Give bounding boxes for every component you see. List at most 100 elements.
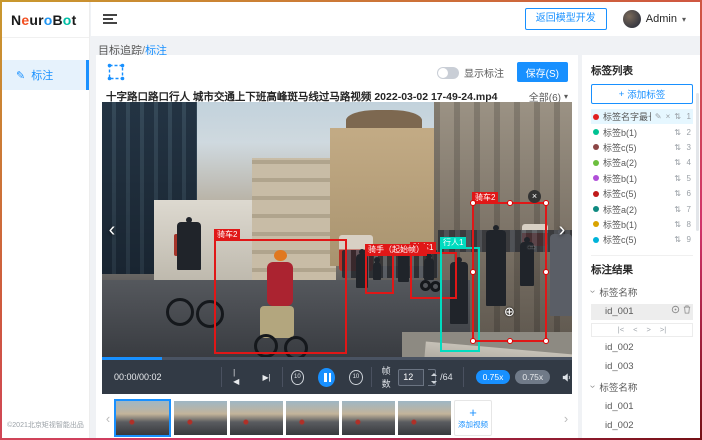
video-next-arrow[interactable]: › [554, 218, 570, 244]
panel-divider [591, 255, 693, 256]
next-frame-button[interactable]: ▶| [262, 373, 270, 382]
show-annotation-toggle[interactable] [437, 67, 459, 79]
label-shortcut: 8 [685, 220, 691, 229]
edit-label-icon[interactable]: ✎ [655, 112, 662, 121]
chevron-down-icon: ▾ [682, 15, 686, 24]
speed-button-active[interactable]: 0.75x [476, 370, 511, 384]
label-list-item[interactable]: 标签b(1) ⇅ 2 [591, 124, 693, 139]
label-list-item[interactable]: 标签名字最长数... ✎ × ⇅ 1 [591, 109, 693, 124]
plus-icon: + [469, 407, 477, 419]
label-list-item[interactable]: 标签c(5) ⇅ 6 [591, 186, 693, 201]
label-name: 标签c(5) [603, 141, 670, 154]
result-group-header[interactable]: › 标签名称 [591, 378, 693, 396]
speed-button[interactable]: 0.75x [515, 370, 550, 384]
stepper-down-icon[interactable] [428, 377, 435, 385]
trash-icon[interactable] [681, 304, 693, 320]
result-item[interactable]: id_001 [591, 399, 693, 415]
bbox-rider-start-frame[interactable]: 骑手（起始帧） [365, 254, 394, 294]
logo-letter: o [63, 12, 72, 28]
frame-number-input[interactable] [398, 369, 424, 386]
video-canvas[interactable]: 骑车2 骑车1 骑手（起始帧） 行人1 骑车2 × [102, 102, 572, 357]
result-item[interactable]: id_003 [591, 437, 693, 438]
sidebar-item-annotate[interactable]: ✎ 标注 [2, 60, 89, 90]
jump-forward-10-button[interactable]: 10 [349, 370, 363, 385]
result-item[interactable]: id_002 [591, 418, 693, 434]
frame-thumbnail[interactable] [286, 401, 339, 435]
pager-last-icon[interactable]: >| [660, 325, 666, 334]
resize-handle[interactable] [470, 338, 476, 344]
label-shortcut: 2 [685, 128, 691, 137]
label-list-item[interactable]: 标签c(5) ⇅ 3 [591, 140, 693, 155]
prev-frame-button[interactable]: |◀ [233, 368, 240, 386]
video-prev-arrow[interactable]: ‹ [104, 218, 120, 244]
pager-first-icon[interactable]: |< [618, 325, 624, 334]
frame-thumbnail[interactable] [342, 401, 395, 435]
label-list-item[interactable]: 标签c(5) ⇅ 9 [591, 232, 693, 247]
bbox-cyclist-2-selected[interactable]: 骑车2 × [472, 202, 547, 342]
sort-icon[interactable]: ⇅ [674, 158, 681, 167]
add-label-button[interactable]: + 添加标签 [591, 84, 693, 104]
resize-handle[interactable] [543, 338, 549, 344]
resize-handle[interactable] [543, 200, 549, 206]
scene-cyclist [177, 222, 201, 270]
resize-handle[interactable] [470, 200, 476, 206]
menu-collapse-icon[interactable] [103, 14, 117, 24]
sort-icon[interactable]: ⇅ [674, 143, 681, 152]
jump-back-10-button[interactable]: 10 [291, 370, 305, 385]
resize-handle[interactable] [543, 269, 549, 275]
sort-icon[interactable]: ⇅ [674, 235, 681, 244]
right-panel: 标签列表 + 添加标签 标签名字最长数... ✎ × ⇅ 1 标签b(1) ⇅ … [582, 55, 700, 438]
locate-icon[interactable] [669, 304, 681, 320]
sort-icon[interactable]: ⇅ [674, 174, 681, 183]
pager-prev-icon[interactable]: < [633, 325, 637, 334]
delete-label-icon[interactable]: × [666, 112, 671, 121]
frame-stepper[interactable] [428, 369, 436, 386]
sort-icon[interactable]: ⇅ [674, 205, 681, 214]
user-menu[interactable]: Admin ▾ [623, 10, 686, 28]
label-list-item[interactable]: 标签a(2) ⇅ 7 [591, 201, 693, 216]
strip-prev-arrow[interactable]: ‹ [102, 411, 114, 426]
pause-button[interactable] [318, 368, 335, 387]
frame-thumbnail[interactable] [230, 401, 283, 435]
back-to-model-dev-button[interactable]: 返回模型开发 [525, 8, 607, 30]
frame-thumbnail-selected[interactable] [114, 399, 171, 437]
copyright-text: ©2021北京矩视智能出品 [2, 420, 89, 430]
save-button[interactable]: 保存(S) [517, 62, 568, 82]
label-shortcut: 4 [685, 158, 691, 167]
frame-thumbnail[interactable] [398, 401, 451, 435]
sort-icon[interactable]: ⇅ [674, 112, 681, 121]
frame-thumbnail[interactable] [174, 401, 227, 435]
bounding-box-tool-icon[interactable] [106, 62, 126, 82]
resize-handle[interactable] [470, 269, 476, 275]
volume-icon[interactable] [562, 372, 572, 383]
resize-handle[interactable] [507, 200, 513, 206]
result-item[interactable]: id_002 [591, 340, 693, 356]
delete-box-icon[interactable]: × [528, 190, 541, 203]
bbox-cyclist-2[interactable]: 骑车2 [214, 239, 347, 354]
label-list-item[interactable]: 标签b(1) ⇅ 8 [591, 217, 693, 232]
resize-handle[interactable] [507, 338, 513, 344]
edit-pencil-icon: ✎ [16, 69, 25, 82]
label-shortcut: 1 [685, 112, 691, 121]
result-item-selected[interactable]: id_001 [591, 304, 693, 320]
strip-next-arrow[interactable]: › [560, 411, 572, 426]
pager-next-icon[interactable]: > [647, 325, 651, 334]
result-item[interactable]: id_003 [591, 359, 693, 375]
add-video-button[interactable]: + 添加视频 [454, 400, 492, 436]
label-list-item[interactable]: 标签a(2) ⇅ 4 [591, 155, 693, 170]
label-list-item[interactable]: 标签b(1) ⇅ 5 [591, 171, 693, 186]
avatar [623, 10, 641, 28]
stepper-up-icon[interactable] [428, 370, 435, 378]
logo-letter: B [52, 12, 62, 28]
main-panel: 显示标注 保存(S) 十字路口路口行人 城市交通上下班高峰斑马线过马路视频 20… [96, 55, 578, 438]
result-group-header[interactable]: › 标签名称 [591, 283, 693, 301]
sort-icon[interactable]: ⇅ [674, 128, 681, 137]
scrollbar-thumb[interactable] [696, 93, 699, 231]
chevron-down-icon: ▾ [564, 92, 568, 101]
result-id: id_001 [605, 399, 634, 415]
label-list-title: 标签列表 [591, 63, 693, 78]
sort-icon[interactable]: ⇅ [674, 189, 681, 198]
label-shortcut: 5 [685, 174, 691, 183]
label-name: 标签a(2) [603, 203, 670, 216]
sort-icon[interactable]: ⇅ [674, 220, 681, 229]
